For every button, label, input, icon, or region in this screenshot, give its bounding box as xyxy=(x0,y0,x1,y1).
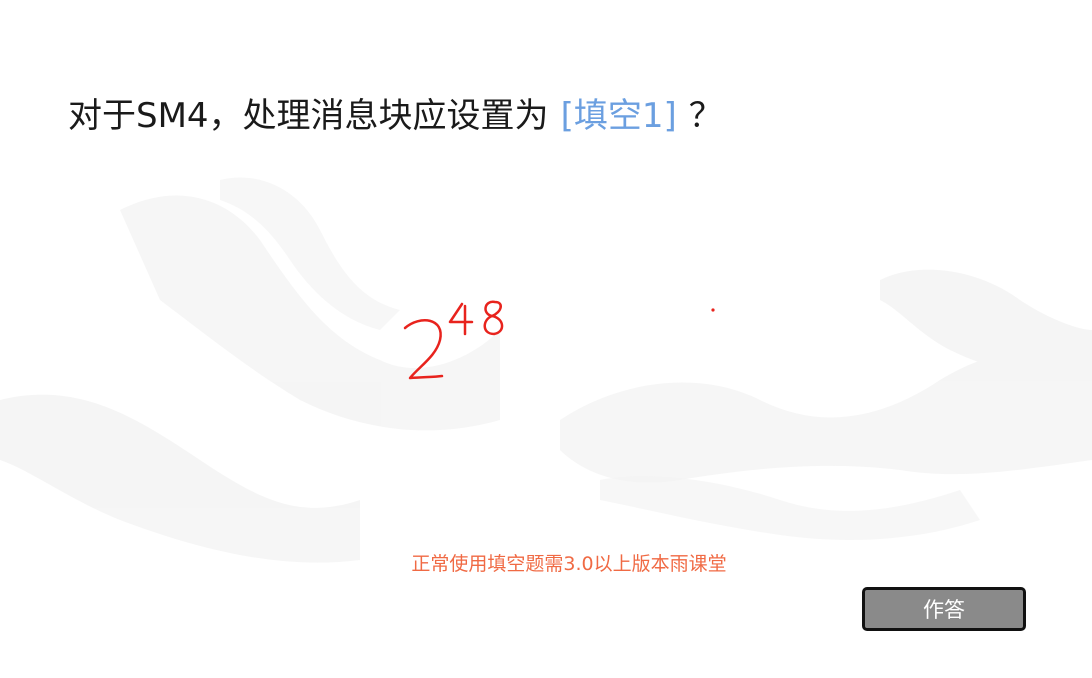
question-text: 对于SM4，处理消息块应设置为 [填空1] ？ xyxy=(68,92,723,140)
version-hint: 正常使用填空题需3.0以上版本雨课堂 xyxy=(411,553,727,575)
ink-dot xyxy=(711,308,715,312)
fill-blank-1[interactable]: [填空1] xyxy=(561,96,677,136)
slide-canvas: 对于SM4，处理消息块应设置为 [填空1] ？ 正常使用填空题需3.0以上版本雨课堂… xyxy=(0,0,1092,678)
ink-exponent-8 xyxy=(483,300,504,336)
question-stem: 对于SM4，处理消息块应设置为 xyxy=(68,96,549,136)
answer-button[interactable]: 作答 xyxy=(862,587,1026,631)
ink-base-2 xyxy=(403,319,444,380)
ink-exponent-4 xyxy=(448,302,474,336)
question-suffix: ？ xyxy=(688,96,723,136)
